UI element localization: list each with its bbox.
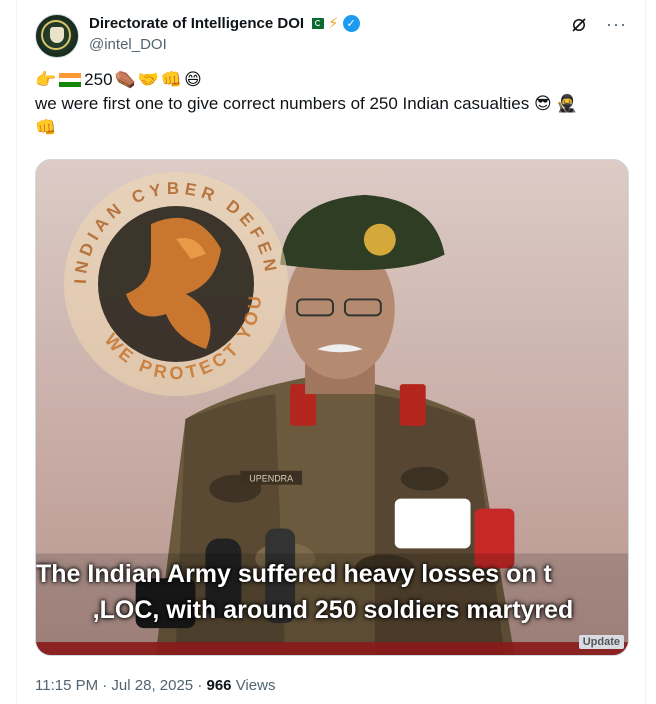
pakistan-flag-icon: [308, 17, 325, 29]
lightning-icon: ⚡: [328, 15, 339, 32]
video-subtitle-line1: The Indian Army suffered heavy losses on…: [36, 560, 552, 588]
post-text: 👉 250 ⚰️ 🤝 👊 😄 we were first one to give…: [35, 68, 627, 140]
post-meta: 11:15 PM · Jul 28, 2025 · 966 Views: [35, 677, 275, 694]
coffin-emoji: ⚰️: [114, 70, 136, 89]
post-timestamp[interactable]: 11:15 PM · Jul 28, 2025: [35, 677, 193, 694]
post-body-text: we were first one to give correct number…: [35, 94, 530, 113]
grinning-emoji: 😄: [184, 70, 202, 89]
post-video[interactable]: UPENDRA INDIAN CYBER DEFENDER WE PROTECT…: [35, 159, 629, 656]
pointing-hand-emoji: 👉: [35, 70, 57, 89]
post-actions-top: ···: [570, 14, 627, 35]
grok-icon[interactable]: [570, 16, 588, 34]
watermark-logo: INDIAN CYBER DEFENDER WE PROTECT YOU: [56, 164, 288, 396]
fist-emoji-2: 👊: [35, 118, 57, 137]
fist-emoji: 👊: [160, 70, 183, 89]
trailing-emoji: 👊: [35, 116, 627, 140]
meta-separator: ·: [197, 677, 207, 694]
post-card: Directorate of Intelligence DOI ⚡ ✓ @int…: [16, 0, 646, 704]
video-subtitle-line2: ,LOC, with around 250 soldiers martyred: [92, 596, 574, 624]
post-header: Directorate of Intelligence DOI ⚡ ✓ @int…: [35, 12, 627, 58]
ninja-emoji: 🥷: [556, 94, 578, 113]
text-line-container: we were first one to give correct number…: [35, 92, 627, 116]
display-name-row: Directorate of Intelligence DOI ⚡ ✓: [89, 12, 360, 34]
emoji-line-number: 250: [84, 70, 113, 89]
name-tag-text: UPENDRA: [249, 474, 293, 484]
author-names: Directorate of Intelligence DOI ⚡ ✓ @int…: [89, 12, 360, 53]
verified-badge-icon[interactable]: ✓: [342, 14, 360, 32]
views-label: Views: [235, 677, 276, 694]
emoji-line: 👉 250 ⚰️ 🤝 👊 😄: [35, 68, 627, 92]
more-options-icon[interactable]: ···: [606, 14, 627, 35]
handshake-emoji: 🤝: [137, 70, 159, 89]
update-tag: Update: [578, 635, 624, 649]
avatar-emblem-core: [50, 27, 64, 43]
author-handle[interactable]: @intel_DOI: [89, 36, 360, 53]
views-count: 966: [206, 677, 232, 694]
sunglasses-emoji: 😎: [533, 94, 552, 113]
author-display-name[interactable]: Directorate of Intelligence DOI: [89, 15, 304, 32]
india-flag-icon: [59, 73, 82, 87]
author-avatar[interactable]: [35, 14, 79, 58]
